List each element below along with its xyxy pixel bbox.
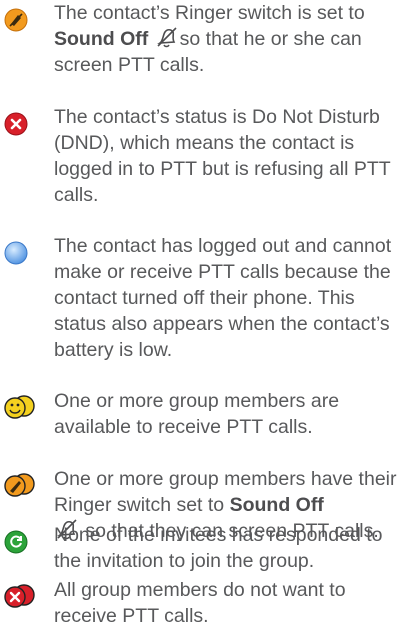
group-available-icon xyxy=(4,395,35,419)
entry-text: All group members do not want to receive… xyxy=(54,579,346,627)
group-dnd-icon xyxy=(4,584,35,608)
entry-text: One or more group members are available … xyxy=(54,390,340,438)
logged-out-blue-icon xyxy=(4,241,28,265)
do-not-disturb-red-icon xyxy=(4,112,28,136)
entry-text: The contact has logged out and cannot ma… xyxy=(54,235,392,361)
entry-text-before: The contact’s Ringer switch is set to xyxy=(54,2,365,24)
entry-bold-label: Sound Off xyxy=(54,28,149,50)
entry-text: The contact’s status is Do Not Disturb (… xyxy=(54,106,391,206)
bell-off-icon xyxy=(156,27,177,48)
entry-text-before: One or more group members have their Rin… xyxy=(54,468,397,516)
group-ringer-off-icon xyxy=(4,473,35,497)
invite-pending-green-icon xyxy=(4,530,28,554)
ringer-off-orange-icon xyxy=(4,8,28,32)
entry-text: None of the invitees has responded to th… xyxy=(54,524,383,572)
entry-bold-label: Sound Off xyxy=(229,494,324,516)
